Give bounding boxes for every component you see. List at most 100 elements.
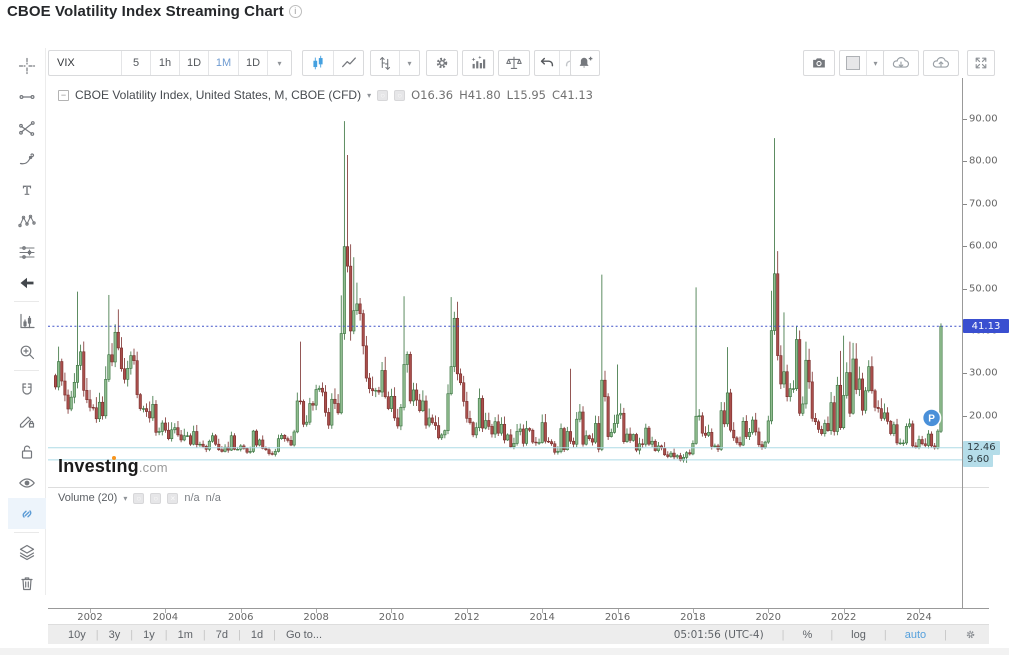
auto-scale-button[interactable]: auto xyxy=(896,629,935,641)
trash-icon[interactable] xyxy=(8,567,46,598)
legend-dropdown-caret[interactable]: ▾ xyxy=(367,91,371,100)
line-style-icon[interactable] xyxy=(333,51,363,75)
level-price-badge: 9.60 xyxy=(963,452,994,467)
range-10y-button[interactable]: 10y xyxy=(58,629,96,641)
bar-style-dropdown-caret[interactable]: ▾ xyxy=(399,51,419,75)
year-label: 2022 xyxy=(830,612,857,623)
chart-style-group xyxy=(302,50,364,76)
watermark-invest: Invest xyxy=(58,456,112,476)
pane-divider[interactable] xyxy=(48,487,989,488)
pencil-lock-icon[interactable] xyxy=(8,405,46,436)
svg-text:P: P xyxy=(928,413,935,424)
bottom-toolbar: 10y | 3y | 1y | 1m | 7d | 1d | Go to... 05:01:… xyxy=(48,624,989,644)
session-clock: 05:01:56 (UTC-4) xyxy=(673,628,764,641)
interval-dropdown-caret[interactable]: ▾ xyxy=(267,51,291,75)
bottom-settings-gear-icon[interactable] xyxy=(956,628,981,642)
cloud-download-icon[interactable] xyxy=(884,51,918,75)
price-tickmark xyxy=(963,373,967,375)
interval-custom-button[interactable]: 1D xyxy=(238,51,267,75)
alert-add-icon[interactable] xyxy=(571,51,599,75)
drawing-toolbar: T xyxy=(8,48,46,595)
cloud-upload-icon[interactable] xyxy=(924,51,958,75)
legend-title: CBOE Volatility Index, United States, M,… xyxy=(75,88,362,102)
range-1d-button[interactable]: 1d xyxy=(241,629,273,641)
price-tickmark xyxy=(963,203,967,205)
ohlc-low: L15.95 xyxy=(506,88,547,102)
cursor-crosshair-icon[interactable] xyxy=(8,50,46,81)
back-arrow-icon[interactable] xyxy=(8,267,46,298)
log-scale-button[interactable]: log xyxy=(842,629,875,641)
settings-gear-icon[interactable] xyxy=(427,51,457,75)
info-icon[interactable]: i xyxy=(288,5,302,18)
volume-dropdown-caret[interactable]: ▾ xyxy=(123,494,127,503)
text-tool-icon[interactable]: T xyxy=(8,174,46,205)
range-1m-button[interactable]: 1m xyxy=(168,629,203,641)
watermark-com: .com xyxy=(138,460,168,475)
layers-icon[interactable] xyxy=(8,536,46,567)
range-7d-button[interactable]: 7d xyxy=(206,629,238,641)
zoom-in-icon[interactable] xyxy=(8,336,46,367)
range-3y-button[interactable]: 3y xyxy=(99,629,131,641)
ohlc-high: H41.80 xyxy=(459,88,501,102)
trend-line-icon[interactable] xyxy=(8,81,46,112)
candlestick-chart[interactable]: P xyxy=(48,78,962,608)
candlestick-style-icon[interactable] xyxy=(303,51,333,75)
indicators-icon[interactable] xyxy=(463,51,493,75)
range-1y-button[interactable]: 1y xyxy=(133,629,165,641)
gann-fib-icon[interactable] xyxy=(8,112,46,143)
interval-1m-button[interactable]: 1M xyxy=(208,51,238,75)
percent-scale-button[interactable]: % xyxy=(794,629,822,641)
forecast-icon[interactable] xyxy=(8,236,46,267)
year-label: 2014 xyxy=(529,612,555,623)
xabcd-pattern-icon[interactable] xyxy=(8,205,46,236)
legend-eye-icon[interactable]: ○ xyxy=(377,89,389,101)
price-tick-label: 70.00 xyxy=(969,198,998,210)
background-dropdown-caret[interactable]: ▾ xyxy=(866,51,884,75)
alert-group xyxy=(570,50,600,76)
price-axis[interactable]: 90.0080.0070.0060.0050.0040.0030.0020.00… xyxy=(962,78,1009,608)
camera-icon[interactable] xyxy=(804,51,834,75)
year-label: 2004 xyxy=(152,612,179,623)
time-axis[interactable]: 2002 2004 2006 2008 2010 2012 2014 2016 2018 2020… xyxy=(48,609,962,624)
eye-hide-icon[interactable] xyxy=(8,467,46,498)
interval-1d-button[interactable]: 1D xyxy=(179,51,208,75)
price-tickmark xyxy=(963,415,967,417)
fullscreen-icon[interactable] xyxy=(968,51,994,75)
magnet-icon[interactable] xyxy=(8,374,46,405)
year-label: 2008 xyxy=(303,612,329,623)
legend-collapse-icon[interactable]: − xyxy=(58,89,69,101)
save-group xyxy=(923,50,959,76)
price-tickmark xyxy=(963,161,967,163)
price-tickmark xyxy=(963,288,967,290)
price-tick-label: 50.00 xyxy=(969,283,998,295)
volume-settings-icon[interactable]: ○ xyxy=(150,492,162,504)
price-tickmark xyxy=(963,119,967,120)
year-label: 2024 xyxy=(906,612,932,623)
volume-eye-icon[interactable]: ○ xyxy=(133,492,145,504)
interval-5-button[interactable]: 5 xyxy=(121,51,150,75)
volume-value-2: n/a xyxy=(205,492,221,504)
brush-icon[interactable] xyxy=(8,143,46,174)
sidebar-separator xyxy=(14,532,39,533)
undo-icon[interactable] xyxy=(535,51,559,75)
sidebar-separator xyxy=(14,301,39,302)
year-label: 2020 xyxy=(755,612,781,623)
current-price-badge: 41.13 xyxy=(963,319,1009,334)
watermark-ng: ng xyxy=(116,456,139,476)
unlock-icon[interactable] xyxy=(8,436,46,467)
volume-close-icon[interactable]: × xyxy=(167,492,179,504)
load-group xyxy=(883,50,919,76)
symbol-input[interactable]: VIX xyxy=(49,51,121,75)
background-swatch-icon[interactable] xyxy=(840,51,866,75)
measure-icon[interactable] xyxy=(8,305,46,336)
year-label: 2016 xyxy=(604,612,631,623)
go-to-button[interactable]: Go to... xyxy=(276,629,332,641)
interval-1h-button[interactable]: 1h xyxy=(150,51,179,75)
chart-legend: − CBOE Volatility Index, United States, … xyxy=(58,88,593,102)
link-tool-icon[interactable] xyxy=(8,498,46,529)
legend-settings-icon[interactable]: ○ xyxy=(394,89,406,101)
page-title-text: CBOE Volatility Index Streaming Chart xyxy=(7,3,284,20)
compare-scales-icon[interactable] xyxy=(499,51,529,75)
settings-group xyxy=(426,50,458,76)
bar-style-icon[interactable] xyxy=(371,51,399,75)
